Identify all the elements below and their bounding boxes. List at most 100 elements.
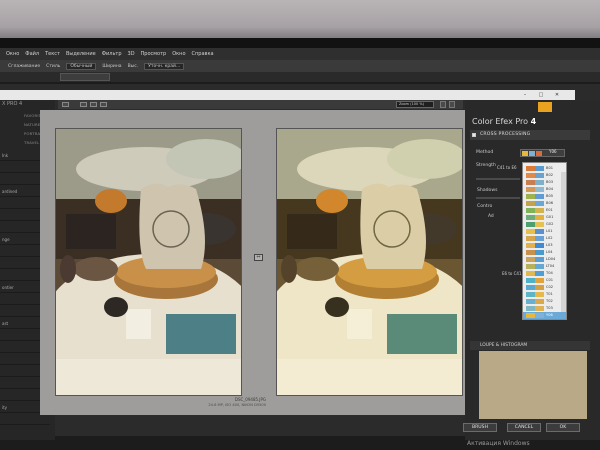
- method-option-swatch: [526, 229, 544, 234]
- method-option-code: L01: [546, 229, 553, 233]
- after-image[interactable]: [276, 128, 463, 396]
- strength-label: Strength: [476, 163, 496, 168]
- menu-item-window[interactable]: Окно: [6, 51, 19, 57]
- plugin-title: Color Efex Pro 4: [472, 117, 536, 126]
- method-option[interactable]: C02: [523, 284, 566, 291]
- method-option[interactable]: T01: [523, 291, 566, 298]
- width-label: Ширина: [102, 63, 122, 69]
- ok-button[interactable]: OK: [546, 423, 580, 432]
- method-option[interactable]: T03: [523, 305, 566, 312]
- hand-tool-icon[interactable]: [440, 101, 446, 108]
- brush-button[interactable]: BRUSH: [463, 423, 497, 432]
- method-option[interactable]: B05: [523, 193, 566, 200]
- windows-activation-watermark: Активация Windows: [467, 440, 530, 447]
- method-option[interactable]: G02: [523, 221, 566, 228]
- side-by-side-icon[interactable]: [90, 102, 97, 107]
- before-image[interactable]: [55, 128, 242, 396]
- method-option[interactable]: LD04: [523, 256, 566, 263]
- method-option-swatch: [526, 306, 544, 311]
- category-nature[interactable]: NATURE: [24, 122, 40, 127]
- nik-logo: [538, 102, 552, 112]
- plugin-title-text: Color Efex Pro: [472, 117, 529, 126]
- minimize-icon[interactable]: –: [520, 92, 530, 98]
- method-option[interactable]: L04: [523, 249, 566, 256]
- method-option-code: T02: [546, 299, 553, 303]
- antialias-label[interactable]: Сглаживание: [8, 64, 40, 69]
- plugin-title-version: 4: [530, 117, 537, 126]
- dropdown-scrollbar[interactable]: [561, 172, 566, 312]
- method-option-swatch: [526, 236, 544, 241]
- method-option[interactable]: T02: [523, 298, 566, 305]
- method-option[interactable]: E01: [523, 207, 566, 214]
- menu-item-file[interactable]: Файл: [25, 51, 39, 57]
- single-view-icon[interactable]: [62, 102, 69, 107]
- menu-item-3d[interactable]: 3D: [128, 51, 135, 57]
- menu-item-filter[interactable]: Фильтр: [102, 51, 122, 57]
- method-option[interactable]: B02: [523, 172, 566, 179]
- document-tab[interactable]: [60, 73, 110, 81]
- refine-edge-button[interactable]: Уточн. край...: [144, 62, 185, 70]
- method-option[interactable]: B03: [523, 179, 566, 186]
- method-swatch-c: [536, 151, 542, 156]
- method-swatch-b: [529, 151, 535, 156]
- method-option-code: L02: [546, 236, 553, 240]
- filter-enable-checkbox[interactable]: [472, 133, 476, 137]
- method-option[interactable]: C01: [523, 277, 566, 284]
- strength-slider[interactable]: [476, 178, 520, 180]
- zoom-select[interactable]: Zoom (100 %): [396, 101, 434, 108]
- method-option-code: B02: [546, 173, 554, 177]
- method-option-code: B05: [546, 194, 554, 198]
- background-color-icon[interactable]: [449, 101, 455, 108]
- cancel-button[interactable]: CANCEL: [507, 423, 541, 432]
- filter-section-header[interactable]: CROSS PROCESSING: [470, 130, 590, 140]
- file-name: DSC_09485.JPG: [234, 397, 266, 402]
- style-label: Стиль: [46, 63, 61, 69]
- method-option-swatch: [526, 257, 544, 262]
- add-control-point-button[interactable]: Ad: [488, 214, 494, 219]
- method-option-code: L03: [546, 243, 553, 247]
- method-option-swatch: [526, 292, 544, 297]
- menu-item-window2[interactable]: Окно: [172, 51, 185, 57]
- style-select[interactable]: Обычный: [66, 62, 97, 70]
- menu-item-view[interactable]: Просмотр: [141, 51, 167, 57]
- method-label: Method: [476, 150, 494, 155]
- method-select[interactable]: [520, 149, 565, 157]
- menu-item-text[interactable]: Текст: [45, 51, 60, 57]
- method-option[interactable]: T04: [523, 270, 566, 277]
- method-option-code: LD04: [546, 257, 556, 261]
- shadows-label: Shadows: [477, 188, 498, 193]
- maximize-icon[interactable]: □: [536, 92, 546, 98]
- method-option-code: Y06: [546, 313, 553, 317]
- menu-item-help[interactable]: Справка: [192, 51, 214, 57]
- method-option[interactable]: B04: [523, 186, 566, 193]
- panel-brand-label: X PRO 4: [2, 101, 23, 107]
- method-option[interactable]: Y06: [523, 312, 566, 319]
- category-travel[interactable]: TRAVEL: [24, 140, 39, 145]
- method-option-swatch: [526, 222, 544, 227]
- compare-view-icon[interactable]: [100, 102, 107, 107]
- method-option-swatch: [526, 264, 544, 269]
- swap-view-icon[interactable]: ⇔: [254, 254, 263, 261]
- method-option-swatch: [526, 285, 544, 290]
- method-value: Y06: [549, 149, 557, 154]
- filter-list-item[interactable]: [0, 414, 50, 425]
- method-swatch-a: [522, 151, 528, 156]
- range-label-2: E6 to C41: [502, 271, 522, 276]
- method-option[interactable]: LT04: [523, 263, 566, 270]
- method-option-swatch: [526, 166, 544, 171]
- close-icon[interactable]: ✕: [552, 92, 562, 98]
- method-option[interactable]: L03: [523, 242, 566, 249]
- control-points-label[interactable]: Contro: [477, 204, 492, 209]
- method-option[interactable]: L01: [523, 228, 566, 235]
- method-option-swatch: [526, 278, 544, 283]
- method-option[interactable]: B06: [523, 200, 566, 207]
- method-option-code: B01: [546, 166, 554, 170]
- loupe-histogram-header[interactable]: LOUPE & HISTOGRAM: [470, 341, 590, 350]
- method-option[interactable]: B01: [523, 165, 566, 172]
- method-option-swatch: [526, 194, 544, 199]
- method-option[interactable]: L02: [523, 235, 566, 242]
- menu-item-select[interactable]: Выделение: [66, 51, 96, 57]
- method-option[interactable]: G01: [523, 214, 566, 221]
- split-view-icon[interactable]: [80, 102, 87, 107]
- shadows-slider[interactable]: [476, 197, 520, 199]
